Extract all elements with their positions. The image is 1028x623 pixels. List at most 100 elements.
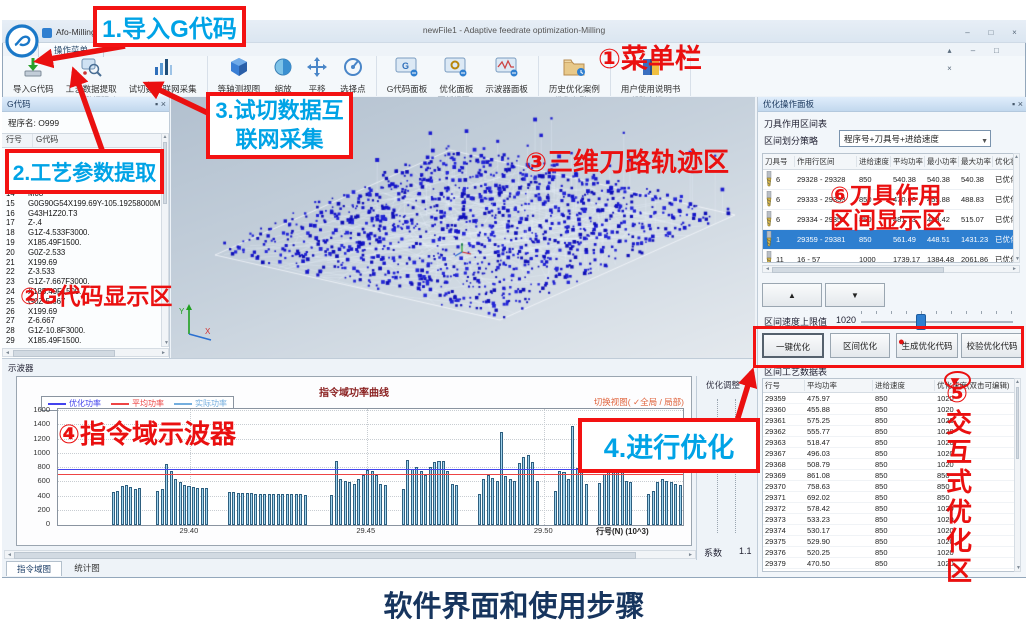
one-click-optimize-button[interactable]: 一键优化: [762, 333, 824, 358]
ribbon-button-history[interactable]: 历史优化案例: [543, 56, 606, 95]
toolpath-3d-viewport[interactable]: Y X: [171, 97, 755, 358]
gcode-line-text: Z-3.533: [28, 267, 160, 277]
gcode-row[interactable]: 22Z-3.533: [2, 267, 160, 277]
tool-table-row[interactable]: 629328 - 29328850540.38540.38540.38已优化: [763, 170, 1019, 190]
ribbon-button-label: 示波器面板: [485, 83, 528, 95]
gcode-row[interactable]: 24X185.49F1500.: [2, 287, 160, 297]
ribbon-button-scope-panel[interactable]: 示波器面板: [479, 56, 534, 95]
data-table-row[interactable]: 29376520.258501020: [763, 547, 1020, 558]
data-table-row[interactable]: 29363518.478501020: [763, 437, 1020, 448]
tool-table-row[interactable]: 1116 - 5710001739.171384.482061.86已优化: [763, 250, 1019, 263]
gcode-line-number: 27: [2, 316, 28, 326]
tool-table-column-header: 最小功率: [925, 156, 959, 167]
power-bar: [603, 474, 606, 525]
gcode-row[interactable]: 28G1Z-10.8F3000.: [2, 326, 160, 336]
gcode-row[interactable]: 14M08: [2, 189, 160, 199]
data-table-row[interactable]: 29371692.02850850: [763, 492, 1020, 503]
chart-hscrollbar[interactable]: ◄►: [4, 550, 696, 559]
ribbon-button-import-gcode[interactable]: 导入G代码: [7, 56, 60, 95]
optimization-panel-close-icon[interactable]: ▪ ×: [1012, 97, 1023, 112]
gcode-panel-close-icon[interactable]: ▪ ×: [155, 97, 166, 112]
gcode-row[interactable]: 20G0Z-2.533: [2, 248, 160, 258]
tool-table-hscrollbar[interactable]: ◄►: [762, 265, 1020, 273]
data-table-row[interactable]: 29370758.63850850: [763, 481, 1020, 492]
ribbon-button-zoom[interactable]: 缩放: [266, 56, 300, 95]
adjust-slider-2[interactable]: [735, 399, 736, 533]
verify-code-button[interactable]: 校验优化代码: [961, 333, 1023, 358]
gcode-row[interactable]: 17Z-.4: [2, 218, 160, 228]
ribbon-button-manual[interactable]: 用户使用说明书: [615, 56, 687, 95]
gcode-row[interactable]: 15G0G90G54X199.69Y-105.19258000M: [2, 199, 160, 209]
data-table-row[interactable]: 29372578.428501020: [763, 503, 1020, 514]
data-table-row[interactable]: 29362555.778501020: [763, 426, 1020, 437]
data-table-cell: 455.88: [805, 405, 873, 414]
speed-limit-label: 区间速度上限值: [764, 315, 827, 328]
tool-table-cell: 已优化: [993, 194, 1014, 205]
tool-table-row[interactable]: 129359 - 29381850561.49448.511431.23已优化: [763, 230, 1019, 250]
gcode-row[interactable]: 26X199.69: [2, 307, 160, 317]
gcode-horizontal-scrollbar[interactable]: ◄ ►: [2, 348, 169, 357]
tool-table-vscrollbar[interactable]: ▲▼: [1013, 153, 1020, 263]
gcode-row[interactable]: 16G43H1Z20.T3: [2, 209, 160, 219]
tool-table-row[interactable]: 629334 - 29358850481.73448.42515.07已优化: [763, 210, 1019, 230]
gcode-line-number: 15: [2, 199, 28, 209]
data-table-row[interactable]: 29368508.798501020: [763, 459, 1020, 470]
ribbon-button-iso-view[interactable]: 等轴测视图: [212, 56, 267, 95]
switch-view-link[interactable]: 切换视图( ✓全局 / 局部): [562, 396, 684, 408]
generate-code-button[interactable]: ● 生成优化代码: [896, 333, 958, 358]
gcode-row[interactable]: 27Z-6.667: [2, 316, 160, 326]
power-bar: [482, 479, 485, 525]
ribbon-button-gcode-panel[interactable]: GG代码面板: [381, 56, 434, 95]
data-table-row[interactable]: 29373533.238501020: [763, 514, 1020, 525]
restore-button-2[interactable]: □: [987, 44, 1006, 57]
data-table-row[interactable]: 29367496.038501020: [763, 448, 1020, 459]
interval-optimize-button[interactable]: 区间优化: [830, 333, 890, 358]
close-button[interactable]: ×: [1005, 26, 1024, 39]
gcode-row[interactable]: 25G0Z-5.667: [2, 297, 160, 307]
gcode-row[interactable]: 23G1Z-7.667F3000.: [2, 277, 160, 287]
gcode-row[interactable]: 29X185.49F1500.: [2, 336, 160, 346]
strategy-dropdown[interactable]: 程序号+刀具号+进给速度 ▼: [839, 130, 991, 147]
move-down-button[interactable]: ▼: [825, 283, 885, 307]
power-bar: [437, 461, 440, 525]
minimize-button-2[interactable]: –: [963, 44, 982, 57]
interval-process-data-table[interactable]: 行号平均功率进给速度优化速度(双击可编辑)29359475.9785010202…: [762, 378, 1021, 572]
speed-limit-slider[interactable]: [861, 321, 1013, 323]
move-up-button[interactable]: ▲: [762, 283, 822, 307]
data-table-row[interactable]: 29374530.178501020: [763, 525, 1020, 536]
slider-handle[interactable]: [916, 314, 926, 330]
tool-table-row[interactable]: 629333 - 29333850470.06455.88488.83已优化: [763, 190, 1019, 210]
data-table-vscrollbar[interactable]: ▲ ▼: [1014, 378, 1021, 572]
tab-command-domain[interactable]: 指令域图: [6, 561, 62, 576]
data-table-row[interactable]: 29360455.888501020: [763, 404, 1020, 415]
ribbon-button-extract-params[interactable]: 工艺数据提取: [60, 56, 123, 95]
data-table-row[interactable]: 29359475.978501020: [763, 393, 1020, 404]
tool-table-cell: 540.38: [891, 175, 925, 184]
power-bar: [424, 475, 427, 525]
tab-statistics[interactable]: 统计图: [64, 561, 110, 576]
data-collect-icon: [152, 57, 174, 82]
gcode-row[interactable]: 18G1Z-4.533F3000.: [2, 228, 160, 238]
data-table-row[interactable]: 29369861.08850850: [763, 470, 1020, 481]
ribbon-button-pan[interactable]: 平移: [300, 56, 334, 95]
ribbon-button-pick-point[interactable]: 选择点: [334, 56, 372, 95]
minimize-button[interactable]: –: [958, 26, 977, 39]
close-button-2[interactable]: ×: [940, 62, 959, 75]
tool-interval-table[interactable]: 刀具号作用行区间进给速度平均功率最小功率最大功率优化状态629328 - 293…: [762, 153, 1020, 263]
data-table-cell: 470.50: [805, 559, 873, 568]
ribbon-button-opt-panel[interactable]: 优化面板: [433, 56, 479, 95]
data-table-row[interactable]: 29361575.258501020: [763, 415, 1020, 426]
data-table-row[interactable]: 29380456.338501020: [763, 569, 1020, 572]
ribbon-button-data-collect[interactable]: 试切数据联网采集: [123, 56, 203, 95]
ribbon-tab-menu[interactable]: 操作菜单: [38, 42, 104, 57]
data-table-row[interactable]: 29375529.908501020: [763, 536, 1020, 547]
gcode-row[interactable]: 21X199.69: [2, 258, 160, 268]
adjust-slider-handle[interactable]: [712, 459, 724, 470]
power-bar: [121, 486, 124, 525]
power-bar: [174, 479, 177, 525]
gcode-vertical-scrollbar[interactable]: ▲ ▼: [161, 133, 169, 347]
gcode-row[interactable]: 19X185.49F1500.: [2, 238, 160, 248]
restore-button[interactable]: □: [981, 26, 1000, 39]
pin-ribbon-button[interactable]: ▴: [940, 44, 959, 57]
data-table-row[interactable]: 29379470.508501020: [763, 558, 1020, 569]
